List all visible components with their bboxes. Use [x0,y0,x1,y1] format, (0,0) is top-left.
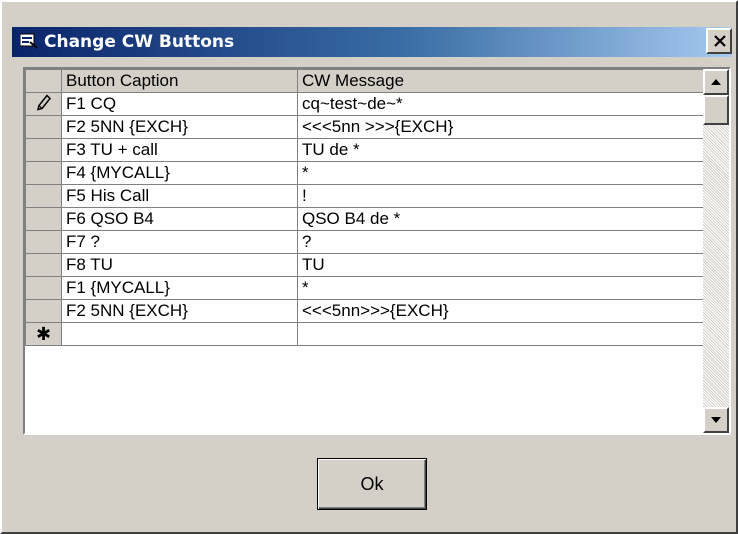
message-cell[interactable]: <<<5nn >>>{EXCH} [297,115,708,139]
row-selector[interactable] [25,92,62,116]
caption-cell[interactable]: F6 QSO B4 [61,207,298,231]
vertical-scrollbar[interactable] [703,69,729,433]
pencil-icon [36,94,51,114]
header-row: Button Caption CW Message [25,69,708,93]
caption-cell[interactable]: F1 CQ [61,92,298,116]
table-row[interactable]: F5 His Call ! [25,184,708,208]
table-row[interactable]: F4 {MYCALL} * [25,161,708,185]
close-button[interactable] [706,28,732,54]
message-cell[interactable]: TU [297,253,708,277]
row-selector[interactable] [25,276,62,300]
message-cell[interactable] [297,322,708,346]
message-cell[interactable]: <<<5nn>>>{EXCH} [297,299,708,323]
table-row[interactable]: F8 TU TU [25,253,708,277]
message-cell[interactable]: QSO B4 de * [297,207,708,231]
corner-header[interactable] [25,69,62,93]
caption-cell[interactable]: F2 5NN {EXCH} [61,299,298,323]
new-record-icon: ✱ [35,324,52,344]
app-icon [19,33,38,49]
caption-cell[interactable]: F5 His Call [61,184,298,208]
message-cell[interactable]: cq~test~de~* [297,92,708,116]
row-selector[interactable] [25,184,62,208]
change-cw-buttons-dialog: Change CW Buttons Button Caption CW Mess… [0,0,738,534]
caption-cell[interactable]: F4 {MYCALL} [61,161,298,185]
caption-cell[interactable] [61,322,298,346]
close-icon [714,35,726,47]
arrow-up-icon [711,79,721,85]
caption-cell[interactable]: F2 5NN {EXCH} [61,115,298,139]
column-header-button-caption[interactable]: Button Caption [61,69,298,93]
table-row[interactable]: F6 QSO B4 QSO B4 de * [25,207,708,231]
table-row[interactable]: F1 {MYCALL} * [25,276,708,300]
row-selector[interactable] [25,161,62,185]
message-cell[interactable]: TU de * [297,138,708,162]
row-selector[interactable] [25,299,62,323]
caption-cell[interactable]: F8 TU [61,253,298,277]
row-selector[interactable] [25,230,62,254]
message-cell[interactable]: * [297,161,708,185]
column-header-cw-message[interactable]: CW Message [297,69,708,93]
table-row[interactable]: F7 ? ? [25,230,708,254]
table-row[interactable]: F2 5NN {EXCH} <<<5nn>>>{EXCH} [25,299,708,323]
scroll-down-button[interactable] [703,407,729,433]
ok-button[interactable]: Ok [317,458,427,510]
row-selector[interactable] [25,138,62,162]
window-title: Change CW Buttons [44,32,235,52]
row-selector[interactable] [25,207,62,231]
row-selector[interactable]: ✱ [25,322,62,346]
scroll-thumb[interactable] [703,95,729,125]
title-bar[interactable]: Change CW Buttons [12,27,732,57]
caption-cell[interactable]: F1 {MYCALL} [61,276,298,300]
row-selector[interactable] [25,115,62,139]
cw-buttons-grid[interactable]: Button Caption CW Message F1 CQ cq~test~… [23,67,731,435]
message-cell[interactable]: ! [297,184,708,208]
caption-cell[interactable]: F7 ? [61,230,298,254]
arrow-down-icon [711,417,721,423]
row-selector[interactable] [25,253,62,277]
table-row[interactable]: F2 5NN {EXCH} <<<5nn >>>{EXCH} [25,115,708,139]
message-cell[interactable]: ? [297,230,708,254]
scroll-up-button[interactable] [703,69,729,95]
caption-cell[interactable]: F3 TU + call [61,138,298,162]
grid-table: Button Caption CW Message F1 CQ cq~test~… [25,69,708,346]
table-row[interactable]: F3 TU + call TU de * [25,138,708,162]
table-row[interactable]: F1 CQ cq~test~de~* [25,92,708,116]
message-cell[interactable]: * [297,276,708,300]
new-row[interactable]: ✱ [25,322,708,346]
